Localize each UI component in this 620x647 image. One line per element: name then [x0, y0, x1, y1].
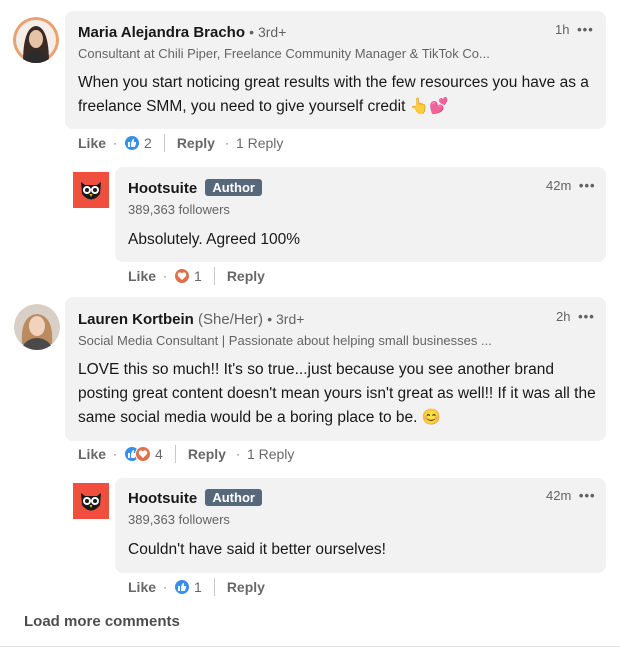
- reply-button[interactable]: Reply: [188, 446, 226, 462]
- owl-icon: [81, 493, 101, 511]
- reply-author-name[interactable]: Hootsuite Author: [128, 179, 262, 197]
- comment-time: 1h: [555, 22, 570, 37]
- thumbs-up-icon[interactable]: [124, 135, 141, 151]
- author-badge: Author: [205, 179, 262, 196]
- reaction-count[interactable]: 1: [194, 268, 202, 284]
- hootsuite-logo[interactable]: [73, 483, 109, 519]
- like-button[interactable]: Like: [78, 135, 106, 151]
- comment-author-name[interactable]: Maria Alejandra Bracho • 3rd+: [78, 24, 286, 41]
- comment-author-name[interactable]: Lauren Kortbein (She/Her) • 3rd+: [78, 311, 304, 328]
- reply-count-link[interactable]: 1 Reply: [236, 135, 283, 151]
- avatar-lauren[interactable]: [14, 304, 60, 350]
- more-icon[interactable]: •••: [579, 178, 596, 193]
- comment-meta: 1h •••: [555, 22, 594, 37]
- heart-icon[interactable]: [174, 268, 191, 284]
- connection-degree: • 3rd+: [267, 311, 305, 327]
- reply-meta: 42m •••: [546, 488, 596, 503]
- hootsuite-logo[interactable]: [73, 172, 109, 208]
- reply-text: Couldn't have said it better ourselves!: [128, 541, 386, 558]
- reply-actions: Like · 1 Reply: [128, 267, 265, 285]
- pronouns: (She/Her): [198, 311, 264, 328]
- author-badge: Author: [205, 489, 262, 506]
- comment-time: 2h: [556, 309, 571, 324]
- load-more-comments-button[interactable]: Load more comments: [24, 613, 180, 630]
- comment-text: LOVE this so much!! It's so true...just …: [78, 361, 596, 426]
- thumbs-up-icon[interactable]: [174, 579, 191, 595]
- reply-followers: 389,363 followers: [128, 512, 230, 527]
- comment-actions: Like · 4 Reply · 1 Reply: [78, 445, 295, 463]
- reply-time: 42m: [546, 488, 572, 503]
- reply-time: 42m: [546, 178, 572, 193]
- reply-count-link[interactable]: 1 Reply: [247, 446, 294, 462]
- avatar-maria[interactable]: [13, 17, 59, 63]
- avatar-photo: [14, 304, 60, 350]
- author-headline: Social Media Consultant | Passionate abo…: [78, 333, 492, 348]
- reaction-count[interactable]: 2: [144, 135, 152, 151]
- comment-text: When you start noticing great results wi…: [78, 74, 589, 115]
- reply-button[interactable]: Reply: [227, 268, 265, 284]
- comment-meta: 2h •••: [556, 309, 595, 324]
- more-icon[interactable]: •••: [579, 488, 596, 503]
- avatar-photo: [13, 17, 59, 63]
- more-icon[interactable]: •••: [577, 22, 594, 37]
- like-button[interactable]: Like: [128, 579, 156, 595]
- comment-actions: Like · 2 Reply · 1 Reply: [78, 134, 284, 152]
- owl-icon: [81, 182, 101, 200]
- heart-icon[interactable]: [135, 446, 152, 462]
- reply-actions: Like · 1 Reply: [128, 578, 265, 596]
- more-icon[interactable]: •••: [578, 309, 595, 324]
- reply-author-name[interactable]: Hootsuite Author: [128, 489, 262, 507]
- reaction-count[interactable]: 4: [155, 446, 163, 462]
- reply-followers: 389,363 followers: [128, 202, 230, 217]
- connection-degree: • 3rd+: [249, 24, 287, 40]
- reply-text: Absolutely. Agreed 100%: [128, 231, 301, 248]
- reaction-count[interactable]: 1: [194, 579, 202, 595]
- like-button[interactable]: Like: [78, 446, 106, 462]
- reply-button[interactable]: Reply: [177, 135, 215, 151]
- reply-meta: 42m •••: [546, 178, 596, 193]
- reply-button[interactable]: Reply: [227, 579, 265, 595]
- author-headline: Consultant at Chili Piper, Freelance Com…: [78, 46, 490, 61]
- like-button[interactable]: Like: [128, 268, 156, 284]
